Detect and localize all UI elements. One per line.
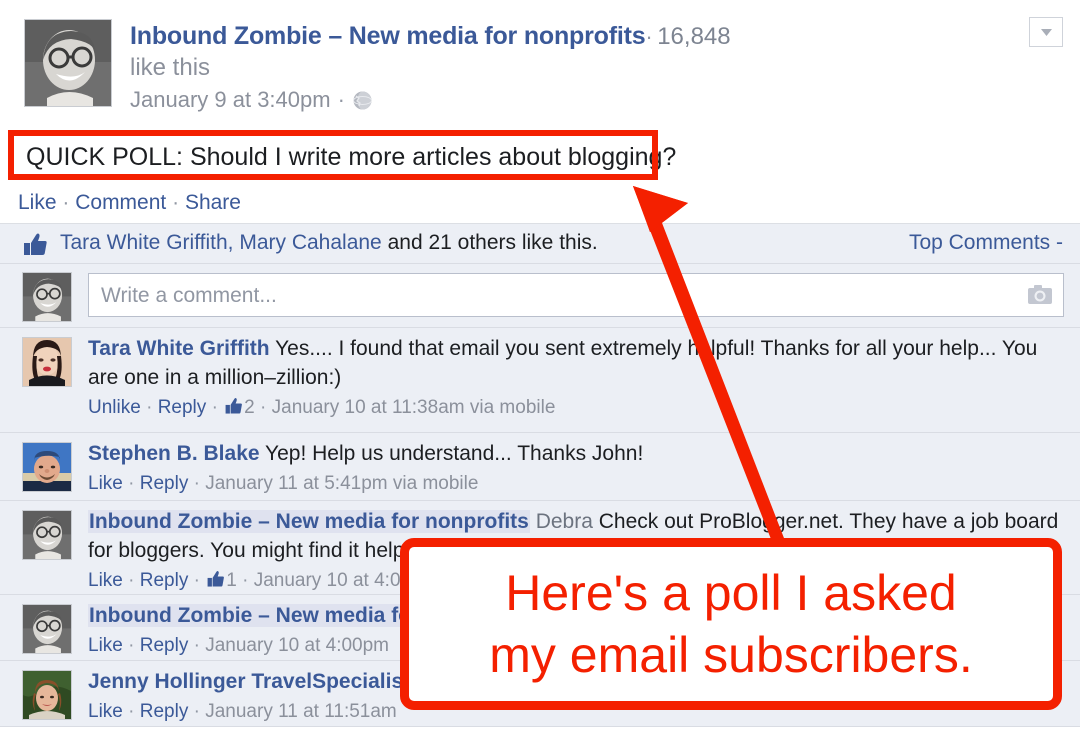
post-options-button[interactable] (1029, 17, 1063, 47)
comment-composer: Write a comment... (0, 264, 1080, 328)
comment-text-row: Stephen B. Blake Yep! Help us understand… (88, 439, 1068, 468)
comment-text-row: Tara White Griffith Yes.... I found that… (88, 334, 1068, 392)
comment-reply-button[interactable]: Reply (158, 397, 207, 418)
action-separator-1: · (62, 191, 70, 214)
avatar-photo-icon (25, 20, 111, 106)
page-like-count: 16,848 (657, 23, 731, 50)
comment-meta: Like · Reply · January 11 at 5:41pm via … (88, 469, 1068, 498)
comment-author-link[interactable]: Stephen B. Blake (88, 442, 260, 465)
comment-like-button[interactable]: Like (88, 635, 123, 656)
thumbs-up-icon (224, 395, 243, 424)
comment-item-1: Stephen B. Blake Yep! Help us understand… (0, 433, 1080, 501)
meta-separator-1: · (146, 397, 153, 418)
comment-reply-button[interactable]: Reply (140, 473, 189, 494)
post-header: Inbound Zombie – New media for nonprofit… (0, 0, 1080, 128)
post-action-bar: Like · Comment · Share (0, 183, 1080, 224)
meta-separator-3: · (260, 397, 267, 418)
top-comments-selector[interactable]: Top Comments - (909, 231, 1063, 255)
meta-separator-2: · (193, 701, 200, 722)
comment-author-link[interactable]: Tara White Griffith (88, 337, 270, 360)
meta-separator-1: · (128, 635, 135, 656)
comment-timestamp[interactable]: January 10 at 4:00pm (205, 635, 389, 656)
page-title-row: Inbound Zombie – New media for nonprofit… (130, 22, 1010, 51)
avatar-commenter[interactable] (22, 337, 72, 387)
comment-author-link[interactable]: Inbound Zombie – New media for nonprofit… (88, 510, 530, 533)
avatar-commenter[interactable] (22, 604, 72, 654)
comment-input[interactable]: Write a comment... (88, 273, 1064, 317)
post-action-links: Like · Comment · Share (18, 191, 241, 215)
comment-reply-button[interactable]: Reply (140, 701, 189, 722)
meta-separator-2: · (193, 570, 200, 591)
meta-separator-2: · (193, 635, 200, 656)
timestamp-separator: · (337, 87, 345, 112)
comment-body: Tara White Griffith Yes.... I found that… (88, 334, 1068, 424)
meta-separator-1: · (128, 570, 135, 591)
annotation-highlight-box (8, 130, 658, 180)
comment-like-button[interactable]: Unlike (88, 397, 141, 418)
meta-separator-3: · (242, 570, 249, 591)
avatar-photo-icon (23, 605, 71, 653)
post-timestamp[interactable]: January 9 at 3:40pm (130, 85, 331, 115)
post-timestamp-row: January 9 at 3:40pm · (130, 85, 1010, 115)
comment-reply-button[interactable]: Reply (140, 570, 189, 591)
meta-separator-2: · (211, 397, 218, 418)
callout-line-1: Here's a poll I asked (505, 565, 957, 621)
comment-timestamp[interactable]: January 11 at 11:51am (205, 701, 397, 722)
post-share-button[interactable]: Share (185, 191, 241, 214)
comment-item-0: Tara White Griffith Yes.... I found that… (0, 328, 1080, 433)
comment-like-button[interactable]: Like (88, 701, 123, 722)
avatar-photo-icon (23, 338, 71, 386)
avatar-current-user[interactable] (22, 272, 72, 322)
callout-line-2: my email subscribers. (489, 627, 973, 683)
facebook-post-screenshot: Inbound Zombie – New media for nonprofit… (0, 0, 1080, 734)
avatar-commenter[interactable] (22, 442, 72, 492)
comment-tagged-user[interactable]: Debra (536, 510, 593, 533)
comment-like-count: 2 (244, 397, 255, 418)
page-name-link[interactable]: Inbound Zombie – New media for nonprofit… (130, 22, 646, 50)
avatar-photo-icon (23, 511, 71, 559)
comment-text: Yep! Help us understand... Thanks John! (259, 442, 644, 465)
avatar-commenter[interactable] (22, 510, 72, 560)
avatar-photo-icon (23, 671, 71, 719)
meta-separator-1: · (128, 473, 135, 494)
chevron-down-icon (1040, 28, 1052, 36)
comment-timestamp[interactable]: January 10 at 4:0 (254, 570, 401, 591)
avatar-page-profile[interactable] (24, 19, 112, 107)
annotation-callout: Here's a poll I asked my email subscribe… (400, 538, 1062, 710)
likes-summary: Tara White Griffith, Mary Cahalane and 2… (60, 231, 598, 255)
comment-timestamp[interactable]: January 10 at 11:38am via mobile (272, 397, 556, 418)
action-separator-2: · (172, 191, 180, 214)
avatar-photo-icon (23, 273, 71, 321)
comment-body: Stephen B. Blake Yep! Help us understand… (88, 439, 1068, 498)
camera-icon[interactable] (1027, 284, 1053, 311)
globe-icon[interactable] (352, 90, 373, 111)
header-separator: · (645, 24, 653, 49)
avatar-commenter[interactable] (22, 670, 72, 720)
avatar-photo-icon (23, 443, 71, 491)
comment-like-count: 1 (226, 570, 237, 591)
like-this-label: like this (130, 54, 211, 81)
likers-suffix: and 21 others like this. (381, 231, 598, 254)
likers-names-link[interactable]: Tara White Griffith, Mary Cahalane (60, 231, 382, 254)
post-header-text: Inbound Zombie – New media for nonprofit… (130, 22, 1010, 115)
comment-author-link[interactable]: Inbound Zombie – New media fo (88, 604, 413, 627)
comment-like-button[interactable]: Like (88, 473, 123, 494)
post-like-button[interactable]: Like (18, 191, 57, 214)
comment-meta: Unlike · Reply · 2 · January 10 at 11:38… (88, 393, 1068, 424)
comment-reply-button[interactable]: Reply (140, 635, 189, 656)
thumbs-up-icon (206, 568, 225, 597)
comment-like-button[interactable]: Like (88, 570, 123, 591)
post-comment-button[interactable]: Comment (75, 191, 166, 214)
thumbs-up-icon (22, 232, 48, 262)
comment-author-link[interactable]: Jenny Hollinger TravelSpecialist (88, 670, 410, 693)
comment-input-placeholder: Write a comment... (101, 284, 277, 307)
meta-separator-1: · (128, 701, 135, 722)
post-likes-bar: Tara White Griffith, Mary Cahalane and 2… (0, 224, 1080, 264)
meta-separator-2: · (193, 473, 200, 494)
comment-timestamp[interactable]: January 11 at 5:41pm via mobile (205, 473, 478, 494)
